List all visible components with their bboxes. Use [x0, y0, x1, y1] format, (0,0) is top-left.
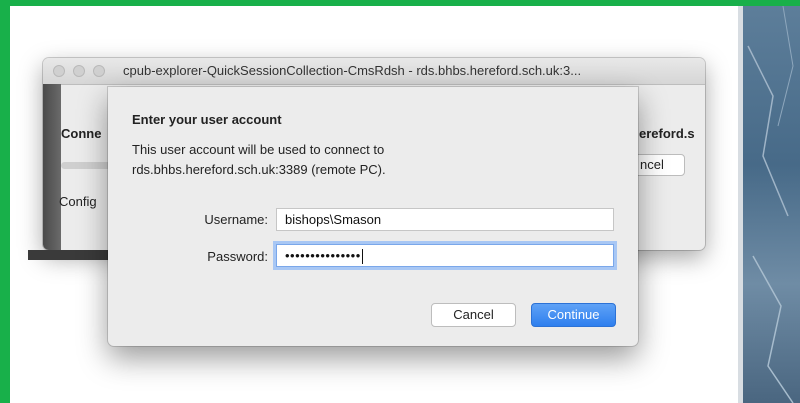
- dialog-message: This user account will be used to connec…: [132, 140, 552, 180]
- close-window-icon[interactable]: [53, 65, 65, 77]
- password-label: Password:: [207, 249, 268, 264]
- minimize-window-icon[interactable]: [73, 65, 85, 77]
- window-left-strip: [43, 84, 61, 250]
- connecting-label: Conne: [61, 126, 102, 141]
- window-title: cpub-explorer-QuickSessionCollection-Cms…: [123, 63, 582, 78]
- username-input[interactable]: [276, 208, 614, 231]
- password-dots: •••••••••••••••: [285, 248, 361, 263]
- dialog-message-line-2: rds.bhbs.hereford.sch.uk:3389 (remote PC…: [132, 162, 386, 177]
- dialog-message-line-1: This user account will be used to connec…: [132, 142, 385, 157]
- zoom-window-icon[interactable]: [93, 65, 105, 77]
- configuring-label: Config: [59, 194, 97, 209]
- credentials-dialog: Enter your user account This user accoun…: [108, 87, 638, 346]
- frame-border-left: [0, 0, 10, 403]
- cancel-button[interactable]: Cancel: [431, 303, 516, 327]
- window-bottom-strip: [28, 250, 110, 260]
- host-name-label: ereford.s: [639, 126, 695, 141]
- desktop-wallpaper: [738, 6, 800, 403]
- window-titlebar[interactable]: cpub-explorer-QuickSessionCollection-Cms…: [43, 58, 705, 85]
- connection-progress-bar: [61, 162, 111, 169]
- username-label: Username:: [204, 212, 268, 227]
- text-cursor: [361, 249, 363, 265]
- continue-button[interactable]: Continue: [531, 303, 616, 327]
- dialog-title: Enter your user account: [132, 112, 282, 127]
- password-input[interactable]: •••••••••••••••: [276, 244, 614, 267]
- wallpaper-lines: [747, 6, 794, 403]
